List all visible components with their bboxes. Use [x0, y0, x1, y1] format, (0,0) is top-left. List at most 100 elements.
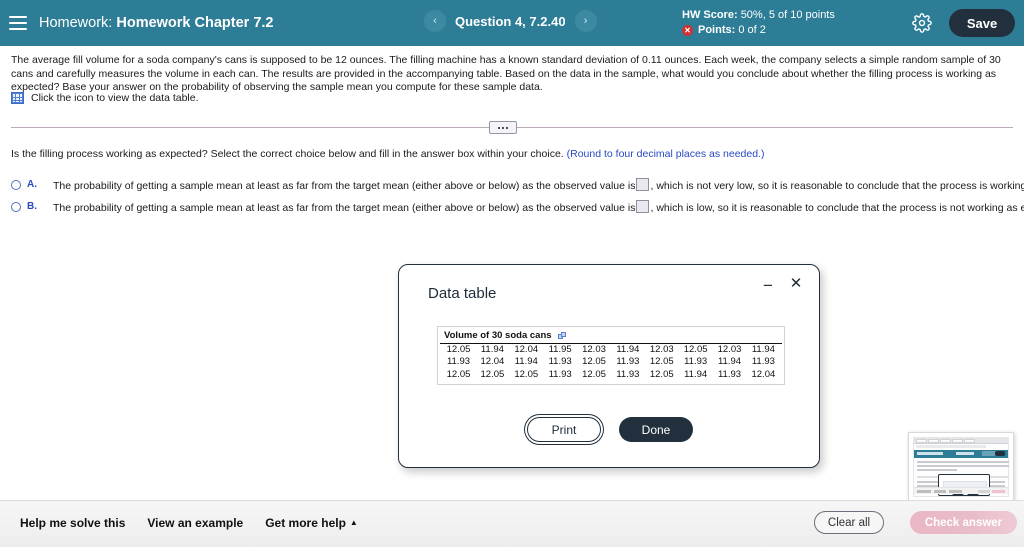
- chevron-up-icon: ▲: [349, 518, 358, 527]
- data-table-row: 11.93 12.04 11.94 11.93 12.05 11.93 12.05 11.93…: [438, 356, 784, 368]
- points-row: ✕ Points: 0 of 2: [682, 23, 835, 38]
- points-value: 0 of 2: [738, 24, 766, 36]
- answer-prompt: Is the filling process working as expect…: [11, 148, 765, 160]
- data-table-cell: 12.05: [683, 344, 708, 355]
- data-table-cell: 11.93: [717, 368, 742, 380]
- data-table-cell: 12.03: [649, 344, 674, 355]
- data-table-caption: Volume of 30 soda cans: [444, 330, 552, 341]
- collapse-handle-dots-icon[interactable]: [489, 121, 517, 134]
- data-table-cell: 12.04: [480, 356, 505, 368]
- app-header: Homework: Homework Chapter 7.2 ‹ Questio…: [0, 0, 1024, 46]
- next-question-icon[interactable]: ›: [574, 10, 597, 32]
- answer-input-b[interactable]: [636, 200, 650, 213]
- thumbnail-footer: [914, 487, 1008, 494]
- help-me-solve-this-link[interactable]: Help me solve this: [20, 516, 125, 530]
- question-body: The average fill volume for a soda compa…: [11, 54, 1001, 93]
- thumbnail-text-line: [917, 469, 957, 471]
- data-table: Volume of 30 soda cans 12.05 11.94 12.04 11…: [437, 326, 785, 385]
- question-navigator: ‹ Question 4, 7.2.40 ›: [424, 10, 597, 32]
- view-data-table-link[interactable]: Click the icon to view the data table.: [11, 92, 199, 104]
- thumbnail-url-bar: [916, 445, 986, 448]
- data-table-cell: 11.95: [548, 344, 572, 355]
- data-table-cell: 12.05: [446, 344, 471, 355]
- dialog-actions: Print Done: [399, 417, 821, 442]
- data-table-cell: 12.04: [514, 344, 539, 355]
- minimize-icon[interactable]: −: [759, 276, 777, 294]
- thumbnail-tabs: [916, 439, 975, 443]
- choice-option-a[interactable]: A. The probability of getting a sample m…: [11, 178, 1024, 193]
- print-button[interactable]: Print: [527, 417, 601, 442]
- radio-button-a[interactable]: [11, 180, 21, 190]
- hw-score-value: 50%, 5 of 10 points: [740, 9, 835, 21]
- close-icon[interactable]: ✕: [787, 274, 805, 292]
- data-table-cell: 11.93: [616, 368, 640, 380]
- thumbnail-text-line: [917, 465, 1009, 467]
- homework-label: Homework:: [39, 15, 113, 31]
- previous-question-icon[interactable]: ‹: [424, 10, 446, 32]
- page-title: Homework: Homework Chapter 7.2: [39, 15, 274, 31]
- copy-icon[interactable]: [557, 331, 567, 340]
- choice-text-b: The probability of getting a sample mean…: [53, 200, 1024, 215]
- score-summary: HW Score: 50%, 5 of 10 points ✕ Points: 0…: [682, 8, 835, 38]
- gear-icon[interactable]: [912, 13, 932, 33]
- check-answer-button[interactable]: Check answer: [910, 511, 1017, 534]
- hamburger-menu-icon[interactable]: [9, 16, 27, 30]
- incorrect-status-icon: ✕: [682, 25, 693, 36]
- page-root: Homework: Homework Chapter 7.2 ‹ Questio…: [0, 0, 1024, 547]
- answer-input-a[interactable]: [636, 178, 650, 191]
- radio-button-b[interactable]: [11, 202, 21, 212]
- choice-text-a: The probability of getting a sample mean…: [53, 178, 1024, 193]
- done-button[interactable]: Done: [619, 417, 693, 442]
- thumbnail-inner: [913, 437, 1009, 497]
- table-grid-icon[interactable]: [11, 92, 24, 104]
- data-table-cell: 12.05: [514, 368, 539, 380]
- data-table-cell: 11.94: [514, 356, 538, 368]
- thumbnail-header-question: [956, 452, 974, 455]
- data-table-cell: 11.93: [684, 356, 708, 368]
- choice-letter-b: B.: [27, 201, 37, 212]
- data-table-cell: 12.03: [582, 344, 606, 355]
- hw-score-row: HW Score: 50%, 5 of 10 points: [682, 8, 835, 23]
- answer-prompt-text: Is the filling process working as expect…: [11, 148, 564, 160]
- choice-b-text-before: The probability of getting a sample mean…: [53, 202, 636, 214]
- data-table-cell: 12.05: [446, 368, 471, 380]
- data-table-cell: 12.03: [717, 344, 742, 355]
- choice-a-text-after: , which is not very low, so it is reason…: [650, 180, 1024, 192]
- choice-option-b[interactable]: B. The probability of getting a sample m…: [11, 200, 1024, 215]
- data-table-cell: 12.05: [480, 368, 505, 380]
- data-table-row: 12.05 12.05 12.05 11.93 12.05 11.93 12.05 11.94…: [438, 369, 784, 381]
- data-table-dialog: Data table − ✕ Volume of 30 soda cans 12…: [398, 264, 820, 468]
- data-table-cell: 11.94: [480, 344, 504, 355]
- data-table-cell: 11.93: [548, 356, 572, 368]
- hw-score-label: HW Score:: [682, 9, 738, 21]
- data-table-cell: 12.04: [751, 368, 776, 380]
- get-more-help-label: Get more help: [265, 516, 346, 530]
- choice-a-text-before: The probability of getting a sample mean…: [53, 180, 636, 192]
- thumbnail-text-line: [917, 461, 1009, 463]
- view-an-example-link[interactable]: View an example: [147, 516, 243, 530]
- current-question-label: Question 4, 7.2.40: [455, 13, 566, 29]
- points-label: Points:: [698, 24, 736, 36]
- data-table-cell: 12.05: [649, 368, 674, 380]
- dialog-title: Data table: [428, 285, 497, 302]
- get-more-help-link[interactable]: Get more help ▲: [265, 516, 358, 530]
- thumbnail-save-button: [995, 451, 1005, 456]
- homework-title: Homework Chapter 7.2: [116, 15, 274, 31]
- data-table-cell: 12.05: [582, 368, 606, 380]
- rounding-hint: (Round to four decimal places as needed.…: [566, 148, 765, 160]
- data-table-caption-row: Volume of 30 soda cans: [440, 329, 782, 344]
- clear-all-button[interactable]: Clear all: [814, 511, 884, 534]
- data-table-cell: 12.05: [649, 356, 674, 368]
- data-table-cell: 11.93: [616, 356, 640, 368]
- save-button[interactable]: Save: [949, 9, 1015, 37]
- choice-letter-a: A.: [27, 179, 37, 190]
- data-table-cell: 11.94: [717, 356, 742, 368]
- data-table-cell: 11.94: [751, 344, 775, 355]
- data-table-body: 12.05 11.94 12.04 11.95 12.03 11.94 12.03 12.05…: [438, 344, 784, 381]
- data-table-cell: 11.94: [616, 344, 640, 355]
- data-table-row: 12.05 11.94 12.04 11.95 12.03 11.94 12.03 12.05…: [438, 344, 784, 356]
- data-table-cell: 11.93: [548, 368, 572, 380]
- footer-links: Help me solve this View an example Get m…: [20, 516, 358, 530]
- page-preview-thumbnail[interactable]: [908, 432, 1014, 502]
- choice-b-text-after: , which is low, so it is reasonable to c…: [650, 202, 1024, 214]
